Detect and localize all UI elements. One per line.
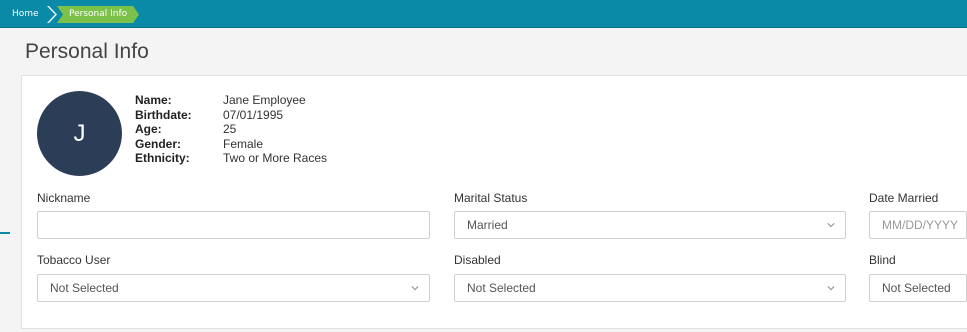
disabled-select[interactable]: Not Selected [454, 274, 846, 302]
profile-row-gender: Gender: Female [135, 137, 327, 152]
disabled-label: Disabled [454, 253, 501, 267]
chevron-down-icon [827, 223, 835, 228]
profile-row-age: Age: 25 [135, 122, 327, 137]
chevron-down-icon [411, 286, 419, 291]
profile-value: Female [223, 136, 264, 151]
profile-value: 25 [223, 122, 237, 136]
marital-status-value: Married [467, 218, 508, 232]
profile-value: Jane Employee [223, 93, 306, 107]
tobacco-user-value: Not Selected [50, 281, 119, 295]
profile-label: Gender: [135, 136, 182, 151]
disabled-value: Not Selected [467, 281, 536, 295]
avatar: J [37, 91, 122, 176]
marital-status-select[interactable]: Married [454, 211, 846, 239]
page-title: Personal Info [25, 40, 149, 63]
edge-marker [0, 232, 10, 234]
breadcrumb-home-link[interactable]: Home [6, 6, 56, 23]
profile-label: Name: [135, 93, 172, 107]
profile-label: Age: [135, 122, 162, 136]
blind-label: Blind [869, 253, 896, 267]
tobacco-user-select[interactable]: Not Selected [37, 274, 430, 302]
tobacco-user-label: Tobacco User [37, 253, 111, 267]
profile-row-ethnicity: Ethnicity: Two or More Races [135, 151, 327, 166]
blind-select[interactable]: Not Selected [869, 274, 967, 302]
breadcrumb-current: Personal Info [57, 6, 139, 23]
marital-status-label: Marital Status [454, 191, 528, 205]
profile-row-birthdate: Birthdate: 07/01/1995 [135, 108, 327, 123]
nickname-input[interactable] [37, 211, 430, 239]
profile-label: Ethnicity: [135, 151, 190, 165]
blind-value: Not Selected [882, 281, 951, 295]
chevron-down-icon [827, 286, 835, 291]
avatar-initial: J [73, 119, 86, 147]
profile-label: Birthdate: [135, 107, 192, 122]
date-married-label: Date Married [869, 191, 939, 205]
nickname-label: Nickname [37, 191, 91, 205]
date-married-input[interactable]: MM/DD/YYYY [869, 211, 967, 239]
profile-summary: Name: Jane Employee Birthdate: 07/01/199… [135, 93, 327, 166]
breadcrumb: Home Personal Info [0, 0, 967, 28]
profile-value: Two or More Races [223, 151, 328, 165]
profile-value: 07/01/1995 [223, 107, 284, 122]
profile-row-name: Name: Jane Employee [135, 93, 327, 108]
